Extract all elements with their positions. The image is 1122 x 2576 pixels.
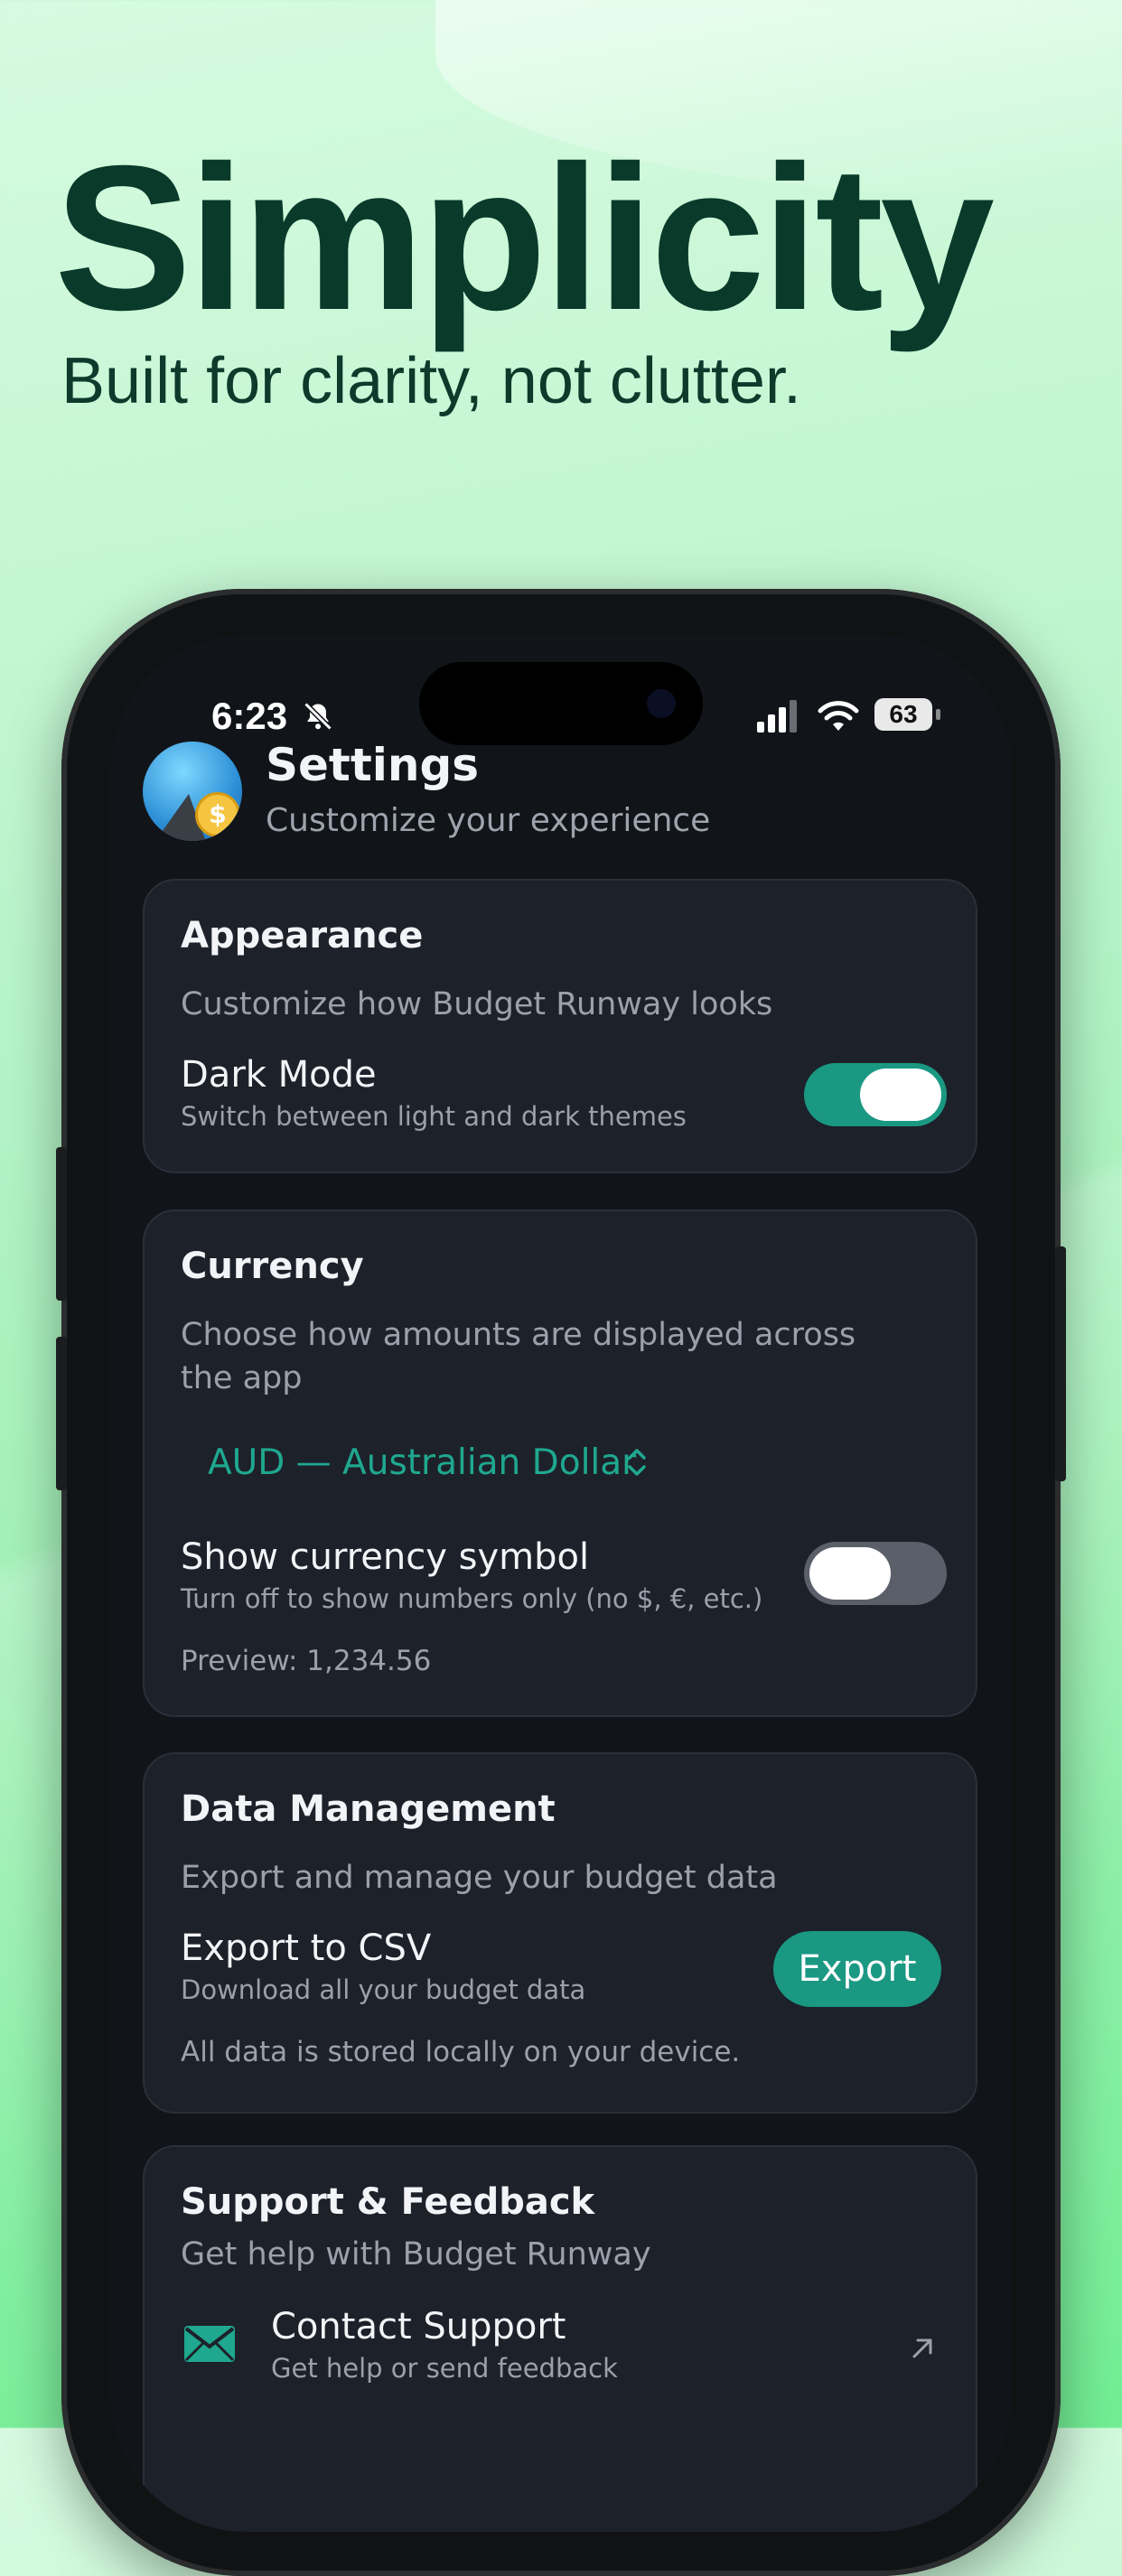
currency-preview: Preview: 1,234.56 bbox=[181, 1645, 432, 1677]
wifi-icon bbox=[818, 701, 859, 731]
battery-cap bbox=[936, 709, 940, 720]
phone-power-button bbox=[1055, 1246, 1066, 1481]
bell-slash-icon bbox=[304, 702, 332, 731]
show-currency-symbol-label: Show currency symbol bbox=[181, 1536, 590, 1578]
export-csv-label: Export to CSV bbox=[181, 1927, 432, 1969]
support-card: Support & Feedback Get help with Budget … bbox=[143, 2145, 977, 2532]
show-currency-symbol-sublabel: Turn off to show numbers only (no $, €, … bbox=[181, 1583, 763, 1614]
signal-icon bbox=[757, 700, 797, 733]
marketing-headline: Simplicity bbox=[54, 124, 995, 353]
appearance-title: Appearance bbox=[181, 915, 424, 957]
phone-volume-up-button bbox=[56, 1147, 67, 1301]
support-title: Support & Feedback bbox=[181, 2181, 595, 2223]
phone-screen: 6:23 63 $ Settings Customize your experi… bbox=[110, 635, 1012, 2532]
page-subtitle: Customize your experience bbox=[266, 802, 711, 839]
currency-description-line1: Choose how amounts are displayed across bbox=[181, 1317, 856, 1353]
currency-description-line2: the app bbox=[181, 1360, 303, 1396]
appearance-description: Customize how Budget Runway looks bbox=[181, 986, 773, 1022]
currency-card: Currency Choose how amounts are displaye… bbox=[143, 1209, 977, 1717]
support-description: Get help with Budget Runway bbox=[181, 2236, 651, 2273]
marketing-tagline: Built for clarity, not clutter. bbox=[61, 345, 801, 417]
currency-title: Currency bbox=[181, 1246, 364, 1287]
contact-support-label: Contact Support bbox=[271, 2306, 566, 2347]
data-management-title: Data Management bbox=[181, 1788, 556, 1830]
status-bar: 6:23 63 bbox=[110, 689, 1012, 743]
dark-mode-toggle[interactable] bbox=[804, 1063, 947, 1126]
settings-header: $ Settings Customize your experience bbox=[143, 739, 992, 850]
local-storage-note: All data is stored locally on your devic… bbox=[181, 2036, 741, 2068]
chevron-up-down-icon[interactable] bbox=[623, 1444, 650, 1480]
export-csv-sublabel: Download all your budget data bbox=[181, 1974, 586, 2005]
export-button[interactable]: Export bbox=[773, 1931, 941, 2007]
data-management-card: Data Management Export and manage your b… bbox=[143, 1752, 977, 2114]
toggle-knob bbox=[809, 1547, 891, 1600]
external-arrow-icon bbox=[912, 2338, 932, 2358]
dark-mode-sublabel: Switch between light and dark themes bbox=[181, 1101, 687, 1132]
currency-picker[interactable]: AUD — Australian Dollar bbox=[208, 1441, 636, 1486]
page-title: Settings bbox=[266, 739, 480, 791]
show-currency-symbol-toggle[interactable] bbox=[804, 1542, 947, 1605]
dark-mode-label: Dark Mode bbox=[181, 1054, 377, 1096]
mail-icon bbox=[184, 2326, 235, 2362]
data-management-description: Export and manage your budget data bbox=[181, 1860, 778, 1896]
currency-picker-value: AUD — Australian Dollar bbox=[208, 1442, 637, 1483]
phone-volume-down-button bbox=[56, 1337, 67, 1490]
toggle-knob bbox=[860, 1069, 941, 1121]
status-time: 6:23 bbox=[211, 695, 288, 737]
battery-icon: 63 bbox=[874, 698, 932, 731]
contact-support-row[interactable]: Contact Support Get help or send feedbac… bbox=[145, 2301, 976, 2400]
appearance-card: Appearance Customize how Budget Runway l… bbox=[143, 879, 977, 1173]
contact-support-sublabel: Get help or send feedback bbox=[271, 2353, 618, 2384]
app-logo-icon: $ bbox=[143, 742, 242, 841]
